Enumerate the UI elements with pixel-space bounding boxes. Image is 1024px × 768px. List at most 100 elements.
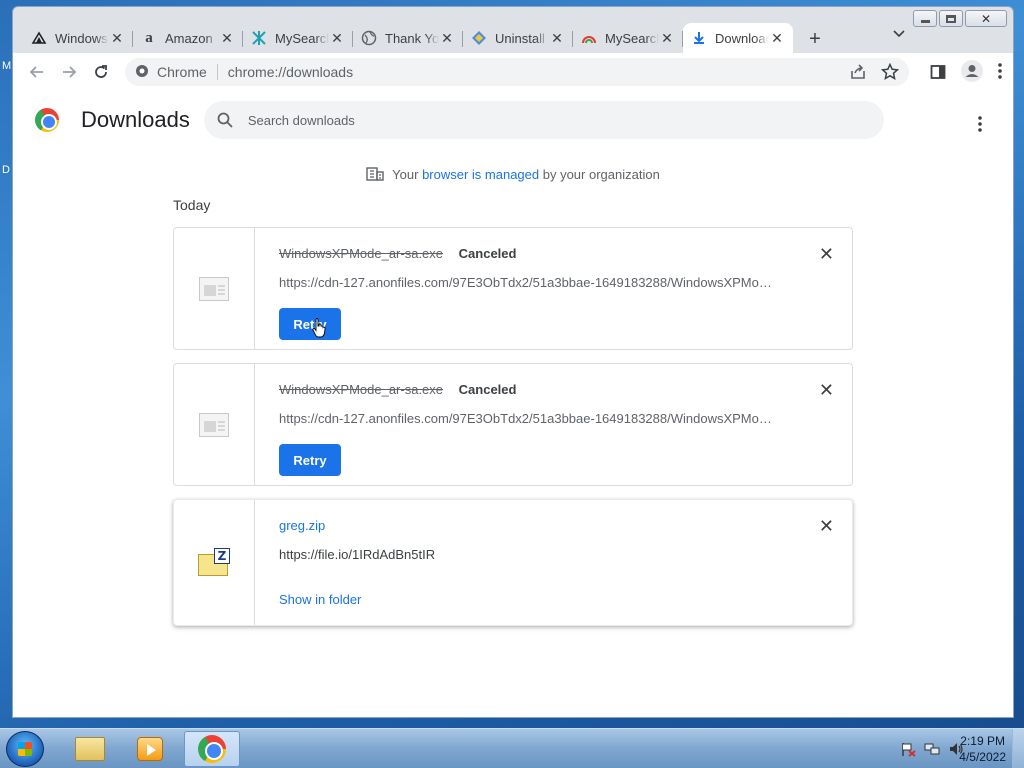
tab-close-icon[interactable]: ✕ (329, 30, 345, 47)
download-item: WindowsXPMode_ar-sa.exe Canceled https:/… (173, 227, 853, 350)
tab-title: Windows (55, 30, 108, 46)
chrome-icon (198, 735, 226, 763)
download-status: Canceled (458, 246, 517, 261)
browser-menu-icon[interactable] (997, 62, 1003, 83)
file-name: WindowsXPMode_ar-sa.exe (279, 382, 444, 397)
amazon-icon: a (145, 30, 153, 46)
browser-window: ✕ Windows ✕ a Amazon ✕ MySearch ✕ Thank … (12, 6, 1014, 718)
search-input[interactable] (247, 112, 748, 128)
downloads-more-menu-icon[interactable] (977, 115, 983, 133)
taskbar: 2:19 PM 4/5/2022 (0, 728, 1024, 768)
back-arrow-icon (29, 66, 43, 78)
back-button[interactable] (23, 58, 51, 86)
tab-close-icon[interactable]: ✕ (439, 30, 455, 47)
show-in-folder-link[interactable]: Show in folder (279, 592, 792, 607)
tab-close-icon[interactable]: ✕ (549, 30, 565, 47)
show-desktop-button[interactable] (1012, 729, 1024, 768)
tab-mysearch-2[interactable]: MySearch ✕ (573, 23, 683, 53)
download-icon (691, 30, 707, 46)
managed-link[interactable]: browser is managed (422, 167, 539, 182)
section-label-today: Today (173, 197, 211, 213)
tab-title: MySearch (275, 30, 329, 46)
tab-amazon[interactable]: a Amazon ✕ (133, 23, 243, 53)
side-panel-icon[interactable] (929, 63, 947, 81)
omnibox[interactable]: Chrome chrome://downloads (125, 58, 909, 86)
action-center-flag-icon[interactable] (900, 741, 916, 757)
media-player-icon (137, 737, 163, 761)
download-status: Canceled (458, 382, 517, 397)
retry-button[interactable]: Retry (279, 444, 341, 476)
taskbar-chrome[interactable] (184, 731, 240, 767)
downloads-header: Downloads (13, 91, 1013, 149)
share-icon[interactable] (849, 63, 867, 81)
tab-close-icon[interactable]: ✕ (769, 30, 785, 47)
downloads-page: Downloads Your browser is managed by you… (13, 91, 1013, 717)
tab-downloads[interactable]: Downloads ✕ (683, 23, 793, 53)
generic-file-icon (199, 276, 229, 301)
tab-close-icon[interactable]: ✕ (219, 30, 235, 47)
generic-file-icon (199, 412, 229, 437)
start-button[interactable] (6, 731, 44, 767)
file-icon-area (174, 364, 255, 485)
page-title: Downloads (81, 107, 190, 132)
tab-strip: Windows ✕ a Amazon ✕ MySearch ✕ Thank Yo… (13, 21, 1013, 53)
file-name-link[interactable]: greg.zip (279, 518, 325, 533)
download-item: Z greg.zip https://file.io/1IRdAdBn5tIR … (173, 499, 853, 626)
toolbar: Chrome chrome://downloads (13, 53, 1013, 91)
bookmark-star-icon[interactable] (881, 63, 899, 81)
reload-icon (95, 65, 107, 78)
system-clock[interactable]: 2:19 PM 4/5/2022 (959, 733, 1006, 765)
file-icon-area: Z (174, 500, 255, 625)
new-tab-button[interactable]: + (801, 25, 829, 53)
download-item: WindowsXPMode_ar-sa.exe Canceled https:/… (173, 363, 853, 486)
clock-date: 4/5/2022 (959, 750, 1006, 764)
system-tray (900, 741, 964, 757)
zip-archive-icon: Z (198, 547, 230, 578)
tab-search-chevron-icon[interactable] (893, 27, 905, 41)
managed-prefix: Your (392, 167, 423, 182)
managed-notice: Your browser is managed by your organiza… (13, 165, 1013, 184)
chrome-logo-icon (35, 108, 59, 132)
tab-thank-you[interactable]: Thank You ✕ (353, 23, 463, 53)
file-explorer-icon (75, 737, 105, 761)
tab-close-icon[interactable]: ✕ (109, 30, 125, 47)
tab-windows[interactable]: Windows ✕ (23, 23, 133, 53)
remove-item-close-icon[interactable]: ✕ (819, 381, 834, 399)
desktop-icon-label-d: D (2, 164, 10, 176)
managed-suffix: by your organization (539, 167, 660, 182)
download-url[interactable]: https://cdn-127.anonfiles.com/97E3ObTdx2… (279, 411, 775, 426)
forward-arrow-icon (63, 66, 77, 78)
search-icon (217, 112, 233, 128)
network-icon[interactable] (924, 741, 940, 757)
taskbar-media-player[interactable] (122, 731, 178, 767)
tab-title: Amazon (165, 30, 213, 46)
file-name: WindowsXPMode_ar-sa.exe (279, 246, 444, 261)
desktop-icon-label-m: M (2, 60, 12, 72)
tab-mysearch[interactable]: MySearch ✕ (243, 23, 353, 53)
mysearch-rainbow-icon (581, 30, 597, 46)
remove-item-close-icon[interactable]: ✕ (819, 517, 834, 535)
omnibox-site-label: Chrome (157, 64, 218, 80)
profile-avatar-icon[interactable] (961, 59, 983, 85)
reload-button[interactable] (87, 58, 115, 86)
building-icon (366, 165, 384, 184)
tab-uninstall[interactable]: Uninstall ✕ (463, 23, 573, 53)
taskbar-explorer[interactable] (62, 731, 118, 767)
tab-close-icon[interactable]: ✕ (659, 30, 675, 47)
tab-title: Uninstall (495, 30, 545, 46)
tab-title: Thank You (385, 30, 439, 46)
chrome-page-icon (135, 64, 149, 81)
retry-button[interactable]: Retry (279, 308, 341, 340)
remove-item-close-icon[interactable]: ✕ (819, 245, 834, 263)
omnibox-url[interactable]: chrome://downloads (228, 64, 353, 80)
download-url[interactable]: https://file.io/1IRdAdBn5tIR (279, 547, 775, 562)
forward-button[interactable] (55, 58, 83, 86)
file-icon-area (174, 228, 255, 349)
search-downloads-box[interactable] (203, 101, 884, 139)
uninstall-icon (471, 30, 487, 46)
windows-xp-mode-icon (31, 30, 47, 46)
clock-time: 2:19 PM (960, 734, 1005, 748)
mysearch-icon (251, 30, 267, 46)
tab-title: Downloads (715, 30, 769, 46)
download-url[interactable]: https://cdn-127.anonfiles.com/97E3ObTdx2… (279, 275, 775, 290)
